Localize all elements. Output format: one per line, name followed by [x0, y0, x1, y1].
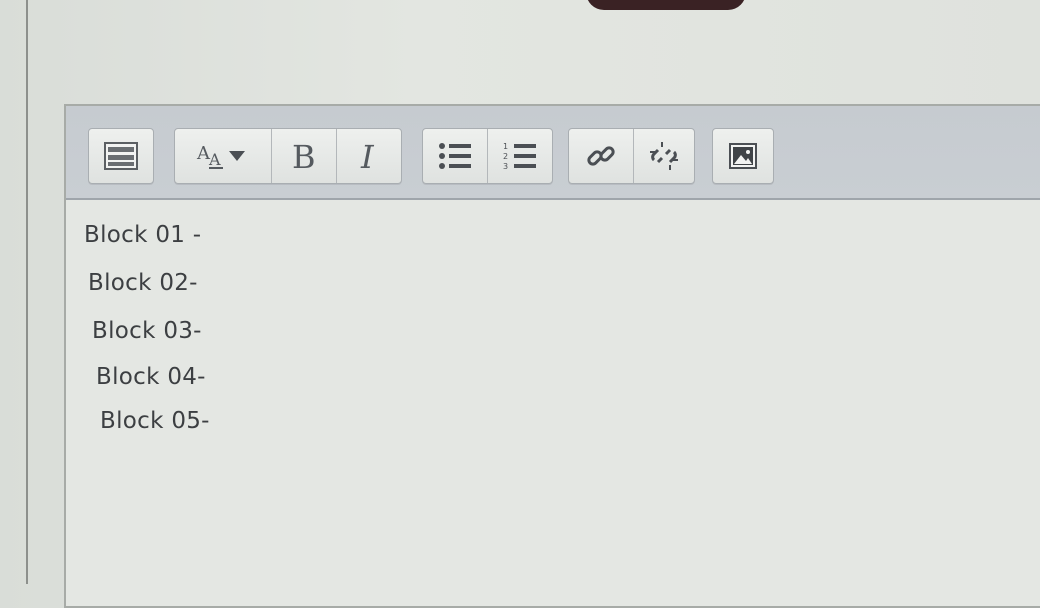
link-icon	[587, 146, 615, 166]
font-style-dropdown-icon: A A	[196, 143, 245, 169]
ordered-list-button[interactable]: 1 2 3	[488, 129, 552, 183]
page-edge	[26, 0, 28, 584]
content-line-5: Block 05-	[100, 408, 210, 434]
link-button[interactable]	[569, 129, 634, 183]
content-line-4: Block 04-	[96, 364, 206, 390]
svg-text:B: B	[292, 138, 316, 174]
numbered-list-icon: 1 2 3	[503, 142, 536, 171]
unordered-list-button[interactable]	[423, 129, 488, 183]
bold-icon: B	[292, 138, 316, 174]
content-line-1: Block 01 -	[84, 222, 202, 248]
editor-content-area[interactable]: Block 01 - Block 02- Block 03- Block 04-…	[66, 200, 1040, 600]
unlink-icon	[650, 142, 678, 170]
show-more-buttons-button[interactable]	[89, 129, 153, 183]
italic-button[interactable]: I	[337, 129, 401, 183]
editor-toolbar: A A B I 1 2 3	[66, 106, 1040, 200]
unlink-button[interactable]	[634, 129, 694, 183]
insert-image-button[interactable]	[713, 129, 773, 183]
toolbar-group-links	[568, 128, 695, 184]
svg-text:3: 3	[503, 162, 508, 171]
toolbar-group-toggle	[88, 128, 154, 184]
toolbar-group-lists: 1 2 3	[422, 128, 553, 184]
svg-text:I: I	[360, 138, 375, 174]
svg-text:A: A	[208, 150, 221, 169]
toolbar-group-format: A A B I	[174, 128, 402, 184]
bulleted-list-icon	[439, 143, 471, 169]
image-icon	[729, 143, 757, 169]
svg-text:1: 1	[503, 142, 508, 151]
content-line-3: Block 03-	[92, 318, 202, 344]
bold-button[interactable]: B	[272, 129, 337, 183]
top-button-partial[interactable]	[586, 0, 746, 10]
toolbar-group-media	[712, 128, 774, 184]
text-editor: A A B I 1 2 3 Block 01 - Block 02- Block…	[64, 104, 1040, 608]
svg-text:2: 2	[503, 152, 508, 161]
toolbar-toggle-icon	[104, 142, 138, 170]
content-line-2: Block 02-	[88, 270, 198, 296]
italic-icon: I	[360, 138, 375, 174]
paragraph-styles-button[interactable]: A A	[175, 129, 272, 183]
